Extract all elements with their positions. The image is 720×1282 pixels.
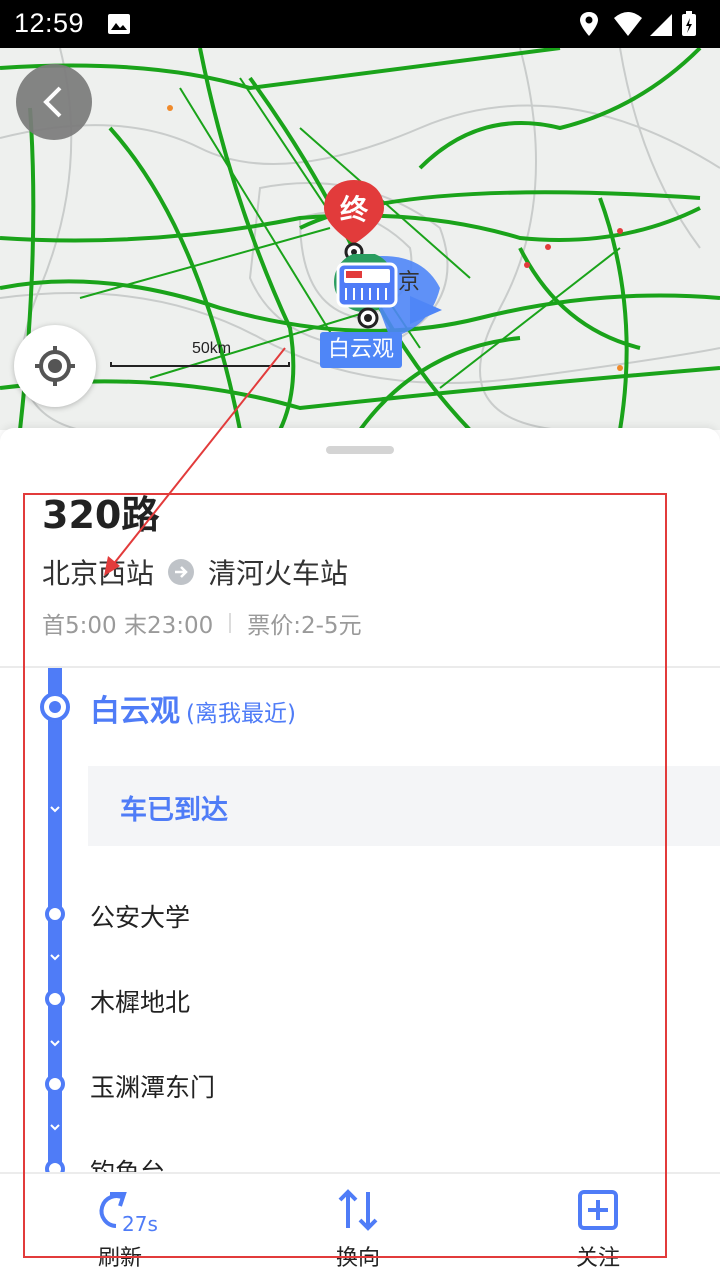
chevron-down-icon [50, 954, 60, 961]
divider [0, 666, 720, 668]
arrival-status: 车已到达 [120, 795, 228, 826]
current-stop-name: 白云观 [90, 694, 180, 729]
route-direction: 北京西站 清河火车站 [42, 552, 348, 592]
drag-handle[interactable] [326, 446, 394, 454]
route-name: 320路 [42, 493, 160, 537]
current-stop-dot [40, 692, 70, 722]
service-hours: 首5:00 末23:00 [42, 613, 214, 639]
refresh-label: 刷新 [97, 1246, 142, 1271]
bus-position-marker[interactable]: 京 [328, 252, 432, 338]
swap-direction-icon [338, 1189, 378, 1231]
scale-bar [110, 362, 290, 367]
scale-label: 50km [192, 340, 232, 357]
refresh-countdown: 27s [122, 1212, 158, 1236]
origin-station: 北京西站 [42, 557, 155, 590]
status-icons [580, 11, 696, 36]
nearest-note: (离我最近) [186, 701, 296, 727]
refresh-button[interactable]: 27s 刷新 [60, 1174, 180, 1282]
back-arrow-icon [43, 86, 62, 118]
battery-icon [682, 11, 696, 36]
add-icon [578, 1190, 618, 1230]
list-item[interactable]: 木樨地北 [90, 983, 190, 1019]
stop-dot [45, 1074, 65, 1094]
chevron-down-icon [50, 806, 60, 813]
direction-arrow-icon [168, 559, 195, 585]
route-timeline [48, 668, 62, 1188]
stop-dot [45, 904, 65, 924]
route-detail-sheet: 320路 北京西站 清河火车站 首5:00 末23:00 票价:2-5元 白云观… [0, 428, 720, 1282]
status-bar: 12:59 [0, 0, 720, 48]
follow-button[interactable]: 关注 [538, 1174, 658, 1282]
list-item[interactable]: 公安大学 [90, 898, 190, 934]
chevron-down-icon [50, 1124, 60, 1131]
locate-me-button[interactable] [14, 325, 96, 407]
clock: 12:59 [14, 8, 85, 38]
end-marker-label: 终 [339, 193, 368, 226]
wifi-icon [614, 12, 642, 36]
bottom-toolbar: 27s 刷新 换向 关注 [0, 1172, 720, 1282]
back-button[interactable] [16, 64, 92, 140]
list-item[interactable]: 玉渊潭东门 [90, 1068, 215, 1104]
arrival-status-panel: 车已到达 [88, 766, 720, 846]
reverse-label: 换向 [335, 1246, 380, 1271]
follow-label: 关注 [575, 1246, 620, 1271]
chevron-down-icon [50, 1040, 60, 1047]
destination-station: 清河火车站 [208, 557, 349, 590]
current-stop[interactable]: 白云观 (离我最近) [90, 686, 296, 730]
end-marker[interactable]: 终 [322, 178, 386, 264]
route-meta: 首5:00 末23:00 票价:2-5元 [42, 606, 362, 640]
stop-dot [45, 989, 65, 1009]
location-icon [580, 12, 598, 36]
reverse-direction-button[interactable]: 换向 [298, 1174, 418, 1282]
current-stop-tag[interactable]: 白云观 [320, 332, 403, 368]
locate-icon [35, 346, 75, 386]
map-place-label: 京 [398, 270, 421, 295]
image-notification-icon [108, 14, 130, 34]
meta-separator [229, 613, 232, 633]
map-scale: 50km [110, 340, 290, 368]
cell-signal-icon [650, 14, 672, 36]
fare: 票价:2-5元 [247, 613, 362, 639]
